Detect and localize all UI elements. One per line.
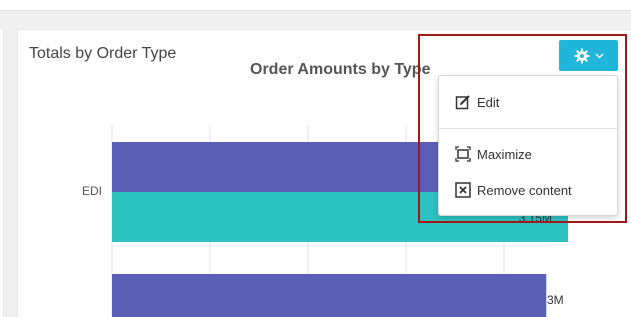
gear-icon xyxy=(574,48,589,63)
settings-button[interactable] xyxy=(559,40,618,71)
menu-divider xyxy=(439,128,617,129)
menu-item-label: Remove content xyxy=(477,182,572,198)
menu-item-maximize[interactable]: Maximize xyxy=(439,139,617,169)
edit-icon xyxy=(455,95,470,110)
chart-title: Order Amounts by Type xyxy=(250,61,431,78)
maximize-icon xyxy=(455,146,471,162)
menu-item-edit[interactable]: Edit xyxy=(439,87,617,117)
close-box-icon xyxy=(455,182,471,198)
data-label: 3M xyxy=(547,293,564,307)
menu-item-label: Maximize xyxy=(477,146,532,162)
menu-item-label: Edit xyxy=(477,94,500,110)
settings-dropdown-menu: Edit Maximize Remove content xyxy=(438,75,618,216)
category-label-edi: EDI xyxy=(82,184,102,198)
menu-item-remove-content[interactable]: Remove content xyxy=(439,175,617,205)
chart-bar xyxy=(112,274,547,317)
chevron-down-icon xyxy=(594,52,604,59)
